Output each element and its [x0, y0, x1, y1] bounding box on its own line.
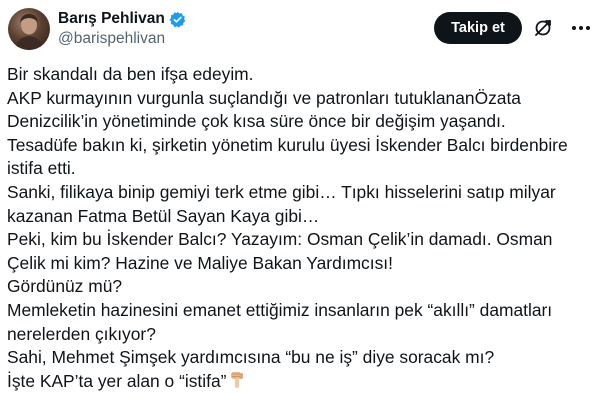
- tweet-line: Sahi, Mehmet Şimşek yardımcısına “bu ne …: [7, 347, 495, 368]
- tweet-line: nerelerden çıkıyor?: [7, 323, 156, 344]
- tweet-line: Peki, kim bu İskender Balcı? Yazayım: Os…: [7, 229, 553, 250]
- tweet-line: Sanki, filikaya binip gemiyi terk etme g…: [7, 181, 556, 202]
- author-display-name[interactable]: Barış Pehlivan: [58, 10, 165, 28]
- tweet-line: Bir skandalı da ben ifşa edeyim.: [7, 64, 254, 84]
- follow-button[interactable]: Takip et: [434, 12, 522, 44]
- author-handle[interactable]: @barispehlivan: [58, 30, 186, 48]
- tweet-line: istifa etti.: [7, 158, 76, 179]
- grok-icon[interactable]: [533, 18, 553, 38]
- tweet-line-last: İşte KAP’ta yer alan o “istifa”: [7, 370, 592, 397]
- tweet-line: AKP kurmayının vurgunla suçlandığı ve pa…: [7, 87, 521, 108]
- tweet-line: Gördünüz mü?: [7, 276, 123, 297]
- more-options-icon[interactable]: [570, 17, 592, 39]
- tweet-line: Denizcilik’in yönetiminde çok kısa süre …: [7, 111, 506, 132]
- tweet-card: Barış Pehlivan @barispehlivan Takip et B…: [0, 0, 600, 405]
- tweet-line: Çelik mi kim? Hazine ve Maliye Bakan Yar…: [7, 252, 393, 273]
- author-names: Barış Pehlivan @barispehlivan: [58, 9, 186, 48]
- tweet-line: kazanan Fatma Betül Sayan Kaya gibi…: [7, 205, 320, 226]
- tweet-line: Memleketin hazinesini emanet ettiğimiz i…: [7, 299, 553, 320]
- backhand-index-pointing-down-icon: [229, 371, 245, 397]
- tweet-line: Tesadüfe bakın ki, şirketin yönetim kuru…: [7, 134, 568, 155]
- avatar[interactable]: [8, 8, 50, 50]
- tweet-text: Bir skandalı da ben ifşa edeyim. AKP kur…: [7, 63, 592, 396]
- tweet-line-text: İşte KAP’ta yer alan o “istifa”: [7, 370, 227, 391]
- tweet-header: Barış Pehlivan @barispehlivan Takip et: [8, 8, 594, 52]
- verified-badge-icon: [169, 11, 186, 28]
